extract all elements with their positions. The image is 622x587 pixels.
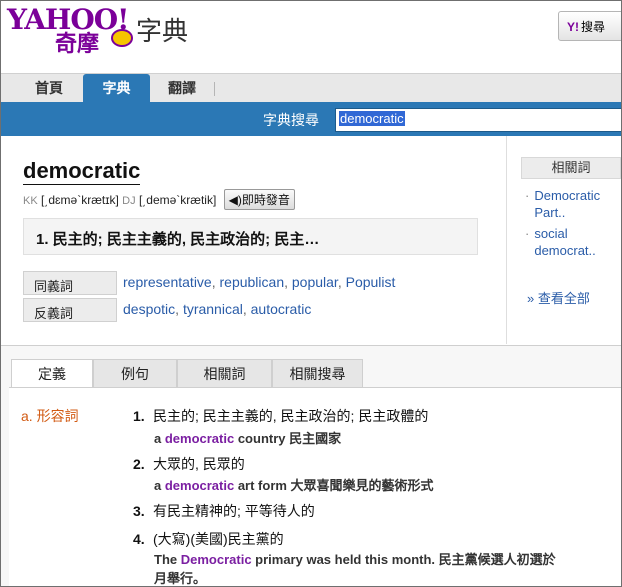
sense-example: The Democratic primary was held this mon… xyxy=(154,549,556,568)
dj-phonetic: [͵demə`krætik] xyxy=(138,193,217,207)
see-all-link[interactable]: » 查看全部 xyxy=(527,288,590,307)
synonym-link[interactable]: republican xyxy=(220,274,285,290)
bullet-icon: · xyxy=(525,226,530,241)
search-bar: 字典搜尋 democratic xyxy=(1,102,621,136)
tab-related-words[interactable]: 相關詞 xyxy=(177,359,272,388)
phonetics: KK [͵dɛmə`krætɪk] DJ [͵demə`krætik] ◀)即時… xyxy=(23,189,295,210)
definition-summary: 1. 民主的; 民主主義的, 民主政治的; 民主… xyxy=(23,218,478,255)
example-text: primary was held this month. 民主黨候選人初選於 xyxy=(251,552,556,567)
tab-home[interactable]: 首頁 xyxy=(15,74,83,103)
example-keyword: Democratic xyxy=(180,552,252,567)
dj-label: DJ xyxy=(122,195,136,207)
sense-example-continued: 月舉行。 xyxy=(154,571,207,586)
main-tab-bar: 首頁 字典 翻譯 xyxy=(1,73,621,103)
kk-phonetic: [͵dɛmə`krætɪk] xyxy=(41,193,119,207)
example-keyword: democratic xyxy=(164,431,235,446)
synonym-link[interactable]: Populist xyxy=(346,274,396,290)
antonyms-label: 反義詞 xyxy=(23,298,117,322)
example-text: a xyxy=(154,478,165,493)
sense-example: a democratic art form 大眾喜聞樂見的藝術形式 xyxy=(154,475,434,494)
antonym-link[interactable]: tyrannical xyxy=(183,301,243,317)
sense-number: 4. xyxy=(133,531,145,547)
logo-yahoo-text: YAHOO! xyxy=(7,3,129,36)
antonym-link[interactable]: despotic xyxy=(123,301,175,317)
synonyms-label: 同義詞 xyxy=(23,271,117,295)
example-text: a xyxy=(154,431,165,446)
sense-item: 2. 大眾的, 民眾的 xyxy=(133,454,245,474)
sense-text: 有民主精神的; 平等待人的 xyxy=(153,503,315,519)
sense-text: 民主的; 民主主義的, 民主政治的; 民主政體的 xyxy=(153,408,429,424)
tab-examples[interactable]: 例句 xyxy=(93,359,177,388)
yahoo-y-icon: Y! xyxy=(567,20,579,34)
antonym-link[interactable]: autocratic xyxy=(251,301,312,317)
sense-example: a democratic country 民主國家 xyxy=(154,428,341,447)
tab-dictionary[interactable]: 字典 xyxy=(83,74,150,103)
yahoo-logo[interactable]: YAHOO! 奇摩 xyxy=(7,3,133,57)
search-input-value: democratic xyxy=(339,111,405,126)
sidebar-item-label: social democrat.. xyxy=(534,226,596,258)
synonym-link[interactable]: representative xyxy=(123,274,212,290)
example-text: country 民主國家 xyxy=(234,431,342,446)
audio-button[interactable]: ◀)即時發音 xyxy=(223,189,295,210)
header: YAHOO! 奇摩 字典 Y! 搜尋 xyxy=(1,1,621,73)
sidebar-divider xyxy=(506,136,507,344)
sense-text: (大寫)(美國)民主黨的 xyxy=(153,531,284,547)
example-text: art form 大眾喜聞樂見的藝術形式 xyxy=(234,478,434,493)
tab-divider xyxy=(214,82,215,96)
sense-text: 大眾的, 民眾的 xyxy=(153,456,245,472)
search-label: 字典搜尋 xyxy=(263,112,319,128)
example-text: The xyxy=(154,552,181,567)
sense-item: 3. 有民主精神的; 平等待人的 xyxy=(133,501,315,521)
sidebar-item-democratic-party[interactable]: · Democratic Part.. xyxy=(525,187,618,221)
logo-smile-icon xyxy=(111,29,133,47)
sidebar-title: 相關詞 xyxy=(521,157,621,179)
page-frame: YAHOO! 奇摩 字典 Y! 搜尋 首頁 字典 翻譯 字典搜尋 democrat… xyxy=(0,0,622,587)
sense-number: 2. xyxy=(133,456,145,472)
sidebar-item-label: Democratic Part.. xyxy=(534,188,601,220)
sense-item: 1. 民主的; 民主主義的, 民主政治的; 民主政體的 xyxy=(133,406,428,426)
section-title: 字典 xyxy=(136,17,189,47)
tab-related-searches[interactable]: 相關搜尋 xyxy=(272,359,363,388)
sense-item: 4. (大寫)(美國)民主黨的 xyxy=(133,529,284,549)
kk-label: KK xyxy=(23,195,38,207)
antonyms-links: despotic, tyrannical, autocratic xyxy=(123,301,312,317)
part-of-speech: a. 形容詞 xyxy=(21,408,79,424)
entry-word: democratic xyxy=(23,158,141,185)
search-input[interactable]: democratic xyxy=(335,108,621,132)
tab-definition[interactable]: 定義 xyxy=(11,359,93,389)
sense-number: 3. xyxy=(133,503,145,519)
top-search-label: 搜尋 xyxy=(581,20,606,34)
synonyms-links: representative, republican, popular, Pop… xyxy=(123,274,396,290)
sidebar-item-social-democrat[interactable]: · social democrat.. xyxy=(525,225,618,259)
synonym-link[interactable]: popular xyxy=(292,274,338,290)
top-search-button[interactable]: Y! 搜尋 xyxy=(558,11,621,41)
sense-number: 1. xyxy=(133,408,145,424)
tab-translate[interactable]: 翻譯 xyxy=(150,74,214,103)
bullet-icon: · xyxy=(525,188,530,203)
example-keyword: democratic xyxy=(164,478,235,493)
